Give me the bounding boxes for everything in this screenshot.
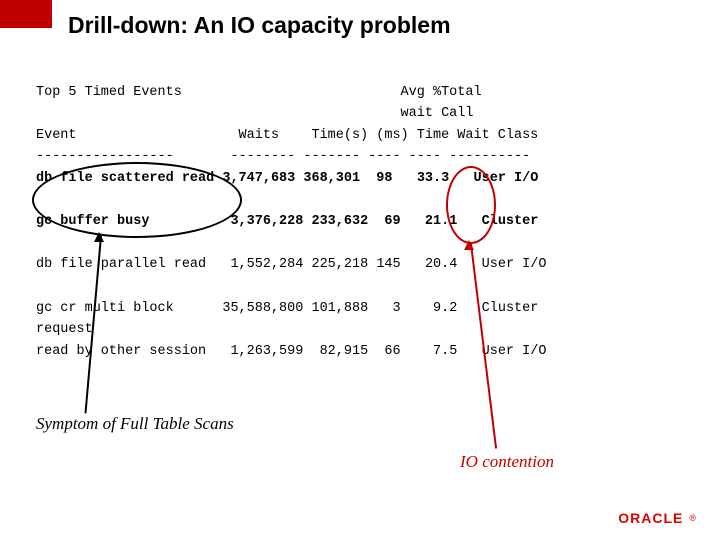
table-row: db file parallel read 1,552,284 225,218 … — [36, 257, 546, 272]
annotation-symptom: Symptom of Full Table Scans — [36, 414, 234, 434]
page-title: Drill-down: An IO capacity problem — [68, 12, 451, 39]
oracle-logo: ORACLE ® — [618, 510, 696, 526]
table-row: gc cr multi block 35,588,800 101,888 3 9… — [36, 301, 538, 338]
report-header-2: wait Call — [36, 106, 473, 121]
timed-events-report: Top 5 Timed Events Avg %Total wait Call … — [36, 60, 546, 362]
oracle-logo-text: ORACLE — [618, 510, 683, 526]
table-row: gc buffer busy 3,376,228 233,632 69 21.1… — [36, 214, 538, 229]
table-row: db file scattered read 3,747,683 368,301… — [36, 171, 538, 186]
report-separator: ----------------- -------- ------- ---- … — [36, 149, 530, 164]
registered-icon: ® — [689, 513, 696, 523]
table-row: read by other session 1,263,599 82,915 6… — [36, 344, 546, 359]
corner-accent — [0, 0, 52, 28]
report-header-1: Top 5 Timed Events Avg %Total — [36, 85, 482, 100]
report-columns: Event Waits Time(s) (ms) Time Wait Class — [36, 128, 538, 143]
annotation-io-contention: IO contention — [460, 452, 554, 472]
